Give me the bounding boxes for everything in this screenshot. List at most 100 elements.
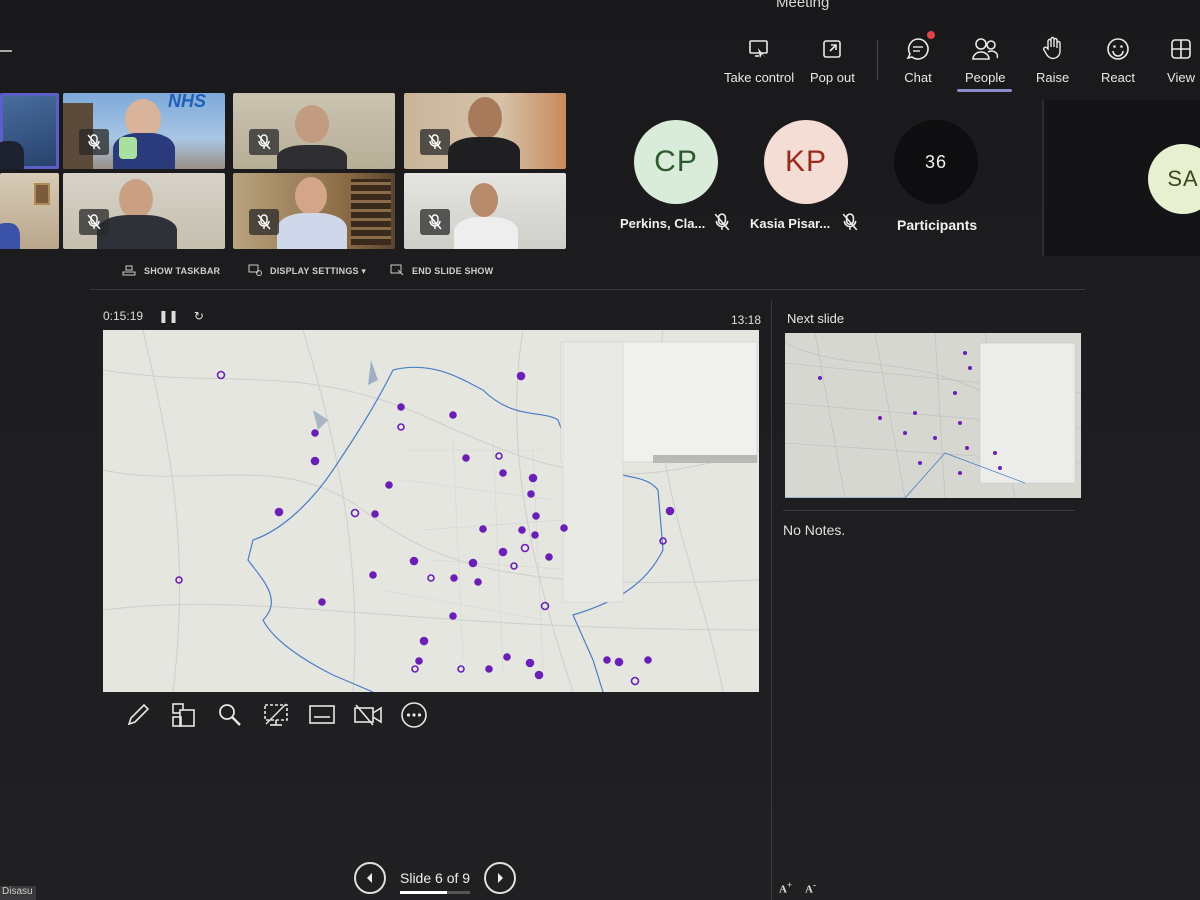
chat-button[interactable]: Chat bbox=[903, 34, 933, 85]
meeting-screen: Meeting Take control Pop out Chat People… bbox=[0, 0, 1200, 900]
map-marker bbox=[474, 578, 482, 586]
slide-counter-label: Slide 6 of 9 bbox=[400, 870, 471, 886]
corner-label: Disasu bbox=[0, 886, 36, 900]
map-marker bbox=[419, 636, 429, 646]
notes-divider bbox=[783, 510, 1075, 511]
map-marker bbox=[409, 556, 419, 566]
map-marker bbox=[958, 471, 962, 475]
picture-frame bbox=[34, 183, 50, 205]
window-menu-icon[interactable] bbox=[0, 50, 12, 52]
side-video-panel: SA bbox=[1042, 100, 1200, 256]
map-marker bbox=[311, 429, 319, 437]
end-slide-show-label: END SLIDE SHOW bbox=[412, 266, 494, 276]
video-tile[interactable] bbox=[404, 93, 566, 169]
zoom-icon[interactable] bbox=[207, 700, 253, 730]
decrease-font-icon[interactable]: A- bbox=[805, 880, 816, 896]
participant-figure bbox=[277, 213, 347, 249]
video-tile[interactable] bbox=[233, 93, 395, 169]
grid-view-icon bbox=[1166, 34, 1196, 64]
take-control-label: Take control bbox=[724, 70, 795, 85]
map-marker bbox=[560, 524, 568, 532]
pointer-options-icon[interactable] bbox=[253, 700, 299, 730]
all-slides-icon[interactable] bbox=[161, 700, 207, 730]
map-marker bbox=[963, 351, 967, 355]
video-tile[interactable] bbox=[404, 173, 566, 249]
participant-figure bbox=[468, 97, 502, 139]
slide-map bbox=[103, 330, 759, 692]
camera-off-icon[interactable] bbox=[345, 700, 391, 730]
pop-out-icon bbox=[817, 34, 847, 64]
participant-count-badge[interactable]: 36 bbox=[894, 120, 978, 204]
video-tile[interactable]: NHS bbox=[63, 93, 225, 169]
raise-hand-button[interactable]: Raise bbox=[1036, 34, 1069, 85]
next-slide-map bbox=[785, 333, 1081, 498]
reset-timer-icon[interactable]: ↻ bbox=[194, 309, 204, 323]
participant-avatar[interactable]: KP bbox=[764, 120, 848, 204]
current-time: 13:18 bbox=[731, 313, 762, 327]
map-marker bbox=[918, 461, 922, 465]
participant-figure bbox=[470, 183, 498, 217]
elapsed-time: 0:15:19 bbox=[103, 309, 144, 323]
more-options-icon[interactable] bbox=[391, 700, 437, 730]
view-label: View bbox=[1167, 70, 1195, 85]
taskbar-icon bbox=[122, 264, 136, 278]
end-slide-show-button[interactable]: END SLIDE SHOW bbox=[390, 262, 493, 280]
map-marker bbox=[527, 490, 535, 498]
map-marker bbox=[903, 431, 907, 435]
muted-mic-icon bbox=[249, 129, 279, 155]
pause-icon[interactable]: ❚❚ bbox=[158, 309, 178, 323]
participant-avatar[interactable]: CP bbox=[634, 120, 718, 204]
map-marker bbox=[665, 506, 675, 516]
show-taskbar-label: SHOW TASKBAR bbox=[144, 266, 221, 276]
pop-out-button[interactable]: Pop out bbox=[810, 34, 855, 85]
end-show-icon bbox=[390, 264, 404, 278]
muted-mic-icon bbox=[714, 213, 730, 236]
video-tile[interactable] bbox=[0, 173, 59, 249]
map-marker bbox=[274, 507, 284, 517]
react-button[interactable]: React bbox=[1101, 34, 1135, 85]
slide-navigation: Slide 6 of 9 bbox=[354, 862, 517, 894]
map-marker bbox=[534, 670, 544, 680]
map-marker bbox=[516, 371, 526, 381]
pop-out-label: Pop out bbox=[810, 70, 855, 85]
map-marker bbox=[545, 553, 553, 561]
increase-font-icon[interactable]: A+ bbox=[779, 880, 792, 896]
map-marker bbox=[953, 391, 957, 395]
current-slide[interactable] bbox=[103, 330, 759, 692]
slide-counter[interactable]: Slide 6 of 9 bbox=[400, 870, 471, 894]
map-marker bbox=[371, 510, 379, 518]
map-marker bbox=[968, 366, 972, 370]
raise-label: Raise bbox=[1036, 70, 1070, 85]
view-button[interactable]: View bbox=[1166, 34, 1196, 85]
hand-icon bbox=[1038, 34, 1068, 64]
participant-figure bbox=[97, 215, 177, 249]
pen-tool-icon[interactable] bbox=[115, 700, 161, 730]
muted-mic-icon bbox=[79, 209, 109, 235]
participant-figure bbox=[0, 223, 20, 249]
map-marker bbox=[415, 657, 423, 665]
display-settings-label: DISPLAY SETTINGS ▾ bbox=[270, 265, 367, 276]
video-tile[interactable] bbox=[0, 93, 59, 169]
show-taskbar-button[interactable]: SHOW TASKBAR bbox=[122, 262, 220, 280]
next-slide-preview[interactable] bbox=[785, 333, 1081, 498]
map-marker bbox=[449, 612, 457, 620]
previous-slide-button[interactable] bbox=[354, 862, 386, 894]
participant-figure bbox=[0, 141, 24, 169]
chat-notification-badge bbox=[927, 31, 935, 39]
take-control-button[interactable]: Take control bbox=[724, 34, 794, 85]
nhs-logo: NHS bbox=[168, 93, 207, 111]
people-icon bbox=[970, 34, 1000, 64]
participant-avatar[interactable]: SA bbox=[1148, 144, 1200, 214]
video-tile[interactable] bbox=[63, 173, 225, 249]
smiley-icon bbox=[1103, 34, 1133, 64]
map-marker bbox=[878, 416, 882, 420]
take-control-icon bbox=[744, 34, 774, 64]
next-slide-button[interactable] bbox=[484, 862, 517, 894]
display-settings-button[interactable]: DISPLAY SETTINGS ▾ bbox=[248, 262, 366, 280]
video-tile[interactable] bbox=[233, 173, 395, 249]
people-button[interactable]: People bbox=[965, 34, 1005, 85]
subtitles-icon[interactable] bbox=[299, 700, 345, 730]
participant-figure bbox=[295, 177, 327, 215]
participant-figure bbox=[119, 179, 153, 219]
map-marker bbox=[998, 466, 1002, 470]
